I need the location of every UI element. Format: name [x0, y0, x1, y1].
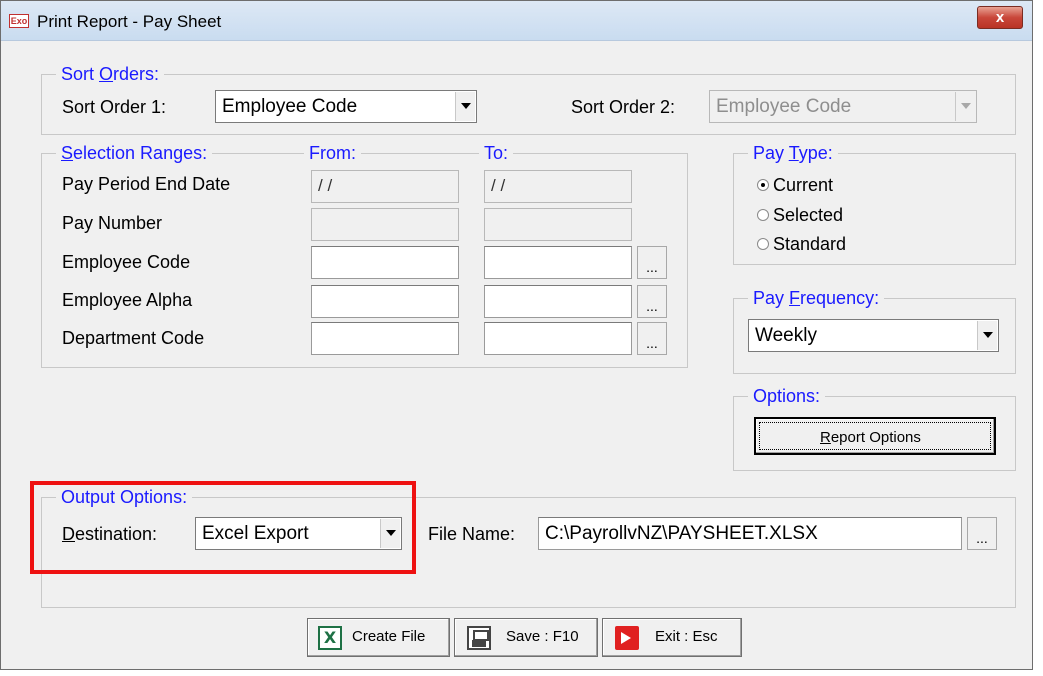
create-file-button[interactable]: X Create File	[307, 618, 450, 657]
sort-orders-label: Sort Orders:	[56, 63, 165, 85]
pay-type-selected-radio[interactable]: Selected	[757, 204, 844, 226]
pay-type-current-label: Current	[773, 175, 834, 195]
save-label: Save : F10	[506, 628, 579, 645]
department-code-label: Department Code	[62, 328, 205, 348]
pay-type-label: Pay Type:	[748, 142, 838, 164]
pay-type-selected-label: Selected	[773, 205, 844, 225]
employee-alpha-from-field[interactable]	[311, 285, 459, 318]
sort-order-1-value: Employee Code	[222, 96, 358, 117]
pay-type-label-rest: ype:	[798, 143, 833, 163]
employee-code-lookup-button[interactable]: ...	[637, 246, 667, 279]
chevron-down-icon[interactable]	[455, 92, 475, 121]
sort-orders-label-text: Sort	[61, 64, 100, 84]
department-code-lookup-button[interactable]: ...	[637, 322, 667, 355]
pay-type-standard-radio[interactable]: Standard	[757, 233, 847, 255]
pay-number-to-field	[484, 208, 632, 241]
report-options-text: eport Options	[830, 429, 921, 446]
pay-type-label-text: Pay	[753, 143, 789, 163]
window-title: Print Report - Pay Sheet	[37, 12, 222, 31]
chevron-down-icon	[955, 92, 975, 121]
report-options-accel: R	[820, 429, 831, 446]
from-column-label: From:	[304, 142, 361, 164]
department-code-from-field[interactable]	[311, 322, 459, 355]
title-bar: Exo Print Report - Pay Sheet x	[1, 1, 1032, 41]
pay-type-standard-label: Standard	[773, 234, 847, 254]
exo-app-icon: Exo	[9, 14, 29, 28]
sort-order-2-value: Employee Code	[716, 96, 852, 117]
radio-selected-icon	[757, 179, 769, 191]
to-column-label: To:	[479, 142, 514, 164]
department-code-to-field[interactable]	[484, 322, 632, 355]
close-icon: x	[995, 9, 1005, 26]
file-name-field[interactable]: C:\PayrollvNZ\PAYSHEET.XLSX	[538, 517, 962, 550]
pay-period-end-date-label: Pay Period End Date	[62, 174, 231, 194]
pay-period-from-field: / /	[311, 170, 459, 203]
sort-orders-label-accel: O	[99, 64, 114, 84]
highlight-box	[30, 481, 416, 574]
radio-unselected-icon	[757, 238, 769, 250]
save-icon	[467, 626, 491, 650]
employee-alpha-label: Employee Alpha	[62, 290, 193, 310]
exit-button[interactable]: Exit : Esc	[602, 618, 742, 657]
selection-ranges-label: Selection Ranges:	[56, 142, 213, 164]
pay-period-to-value: / /	[491, 176, 506, 195]
file-name-browse-button[interactable]: ...	[967, 517, 997, 550]
file-name-value: C:\PayrollvNZ\PAYSHEET.XLSX	[545, 523, 818, 544]
pay-period-from-value: / /	[318, 176, 333, 195]
file-name-label: File Name:	[428, 524, 516, 544]
pay-number-label: Pay Number	[62, 213, 163, 233]
employee-code-to-field[interactable]	[484, 246, 632, 279]
pay-frequency-value: Weekly	[755, 325, 817, 346]
chevron-down-icon[interactable]	[977, 321, 997, 350]
employee-code-label: Employee Code	[62, 252, 191, 272]
save-button[interactable]: Save : F10	[454, 618, 598, 657]
selection-ranges-label-text: election Ranges:	[73, 143, 208, 163]
pay-type-label-accel: T	[788, 143, 799, 163]
radio-unselected-icon	[757, 209, 769, 221]
sort-order-2-label: Sort Order 2:	[571, 97, 676, 117]
close-button[interactable]: x	[977, 6, 1023, 29]
exit-icon	[615, 626, 639, 650]
employee-code-from-field[interactable]	[311, 246, 459, 279]
pay-frequency-label-rest: requency:	[800, 288, 880, 308]
pay-frequency-label-text: Pay	[753, 288, 790, 308]
pay-frequency-label: Pay Frequency:	[748, 287, 885, 309]
pay-type-current-radio[interactable]: Current	[757, 174, 834, 196]
pay-frequency-label-accel: F	[789, 288, 801, 308]
exit-label: Exit : Esc	[655, 628, 718, 645]
report-options-label: Report Options	[820, 429, 921, 446]
selection-ranges-label-accel: S	[61, 143, 74, 163]
pay-frequency-select[interactable]: Weekly	[748, 319, 999, 352]
sort-order-1-label: Sort Order 1:	[62, 97, 167, 117]
report-options-button[interactable]: Report Options	[754, 417, 996, 455]
create-file-label: Create File	[352, 628, 426, 645]
pay-number-from-field	[311, 208, 459, 241]
sort-order-1-select[interactable]: Employee Code	[215, 90, 477, 123]
employee-alpha-to-field[interactable]	[484, 285, 632, 318]
sort-order-2-select: Employee Code	[709, 90, 977, 123]
pay-period-to-field: / /	[484, 170, 632, 203]
excel-icon: X	[318, 626, 342, 650]
options-label: Options:	[748, 385, 826, 407]
sort-orders-label-rest: rders:	[113, 64, 160, 84]
employee-alpha-lookup-button[interactable]: ...	[637, 285, 667, 318]
